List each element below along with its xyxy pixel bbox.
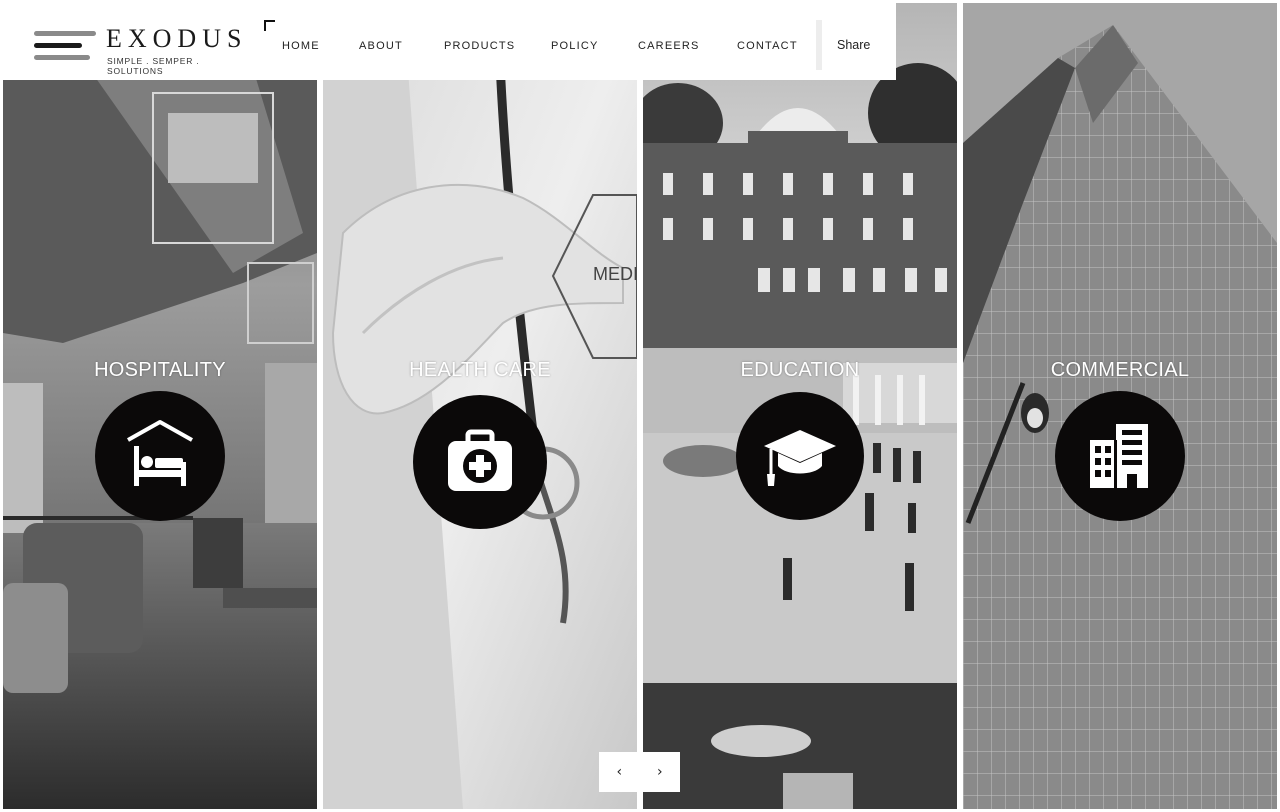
bed-icon	[127, 420, 193, 486]
carousel-controls: ‹ ›	[599, 752, 680, 792]
medic-sign-text: MEDIC	[593, 264, 637, 284]
panel-title-health-care: HEALTH CARE	[409, 359, 551, 381]
nav-policy[interactable]: POLICY	[551, 40, 599, 52]
page: HOSPITALITY MEDI HEALTH CARE EDUCATION C…	[0, 0, 1280, 812]
graduation-cap-icon	[764, 430, 836, 486]
building-icon	[1090, 424, 1148, 488]
carousel-next-button[interactable]: ›	[640, 752, 681, 792]
panel-education[interactable]: EDUCATION	[643, 3, 957, 809]
exodus-logo[interactable]: EXODUS SIMPLE . SEMPER . SOLUTIONS	[34, 24, 248, 76]
panel-title-education: EDUCATION	[740, 359, 860, 381]
logo-brand-name: EXODUS	[106, 24, 248, 53]
header-divider	[816, 20, 822, 70]
panel-commercial[interactable]: COMMERCIAL	[963, 3, 1277, 809]
corner-bracket-icon	[264, 20, 275, 31]
share-button[interactable]: Share	[837, 38, 870, 52]
panel-title-hospitality: HOSPITALITY	[94, 359, 226, 381]
nav-contact[interactable]: CONTACT	[737, 40, 798, 52]
site-header: EXODUS SIMPLE . SEMPER . SOLUTIONS HOME …	[0, 0, 896, 80]
panel-health-care[interactable]: MEDIC HEALTH CARE	[323, 3, 637, 809]
health-care-badge[interactable]	[413, 395, 547, 529]
commercial-badge[interactable]	[1055, 391, 1185, 521]
nav-careers[interactable]: CAREERS	[638, 40, 700, 52]
medical-kit-icon	[448, 429, 512, 491]
nav-home[interactable]: HOME	[282, 40, 320, 52]
nav-about[interactable]: ABOUT	[359, 40, 403, 52]
logo-tagline: SIMPLE . SEMPER . SOLUTIONS	[107, 56, 200, 76]
panel-title-commercial: COMMERCIAL	[1050, 359, 1190, 381]
hospitality-badge[interactable]	[95, 391, 225, 521]
panel-hospitality[interactable]: HOSPITALITY	[3, 3, 317, 809]
nav-products[interactable]: PRODUCTS	[444, 40, 515, 52]
carousel-prev-button[interactable]: ‹	[599, 752, 640, 792]
education-badge[interactable]	[736, 392, 864, 520]
